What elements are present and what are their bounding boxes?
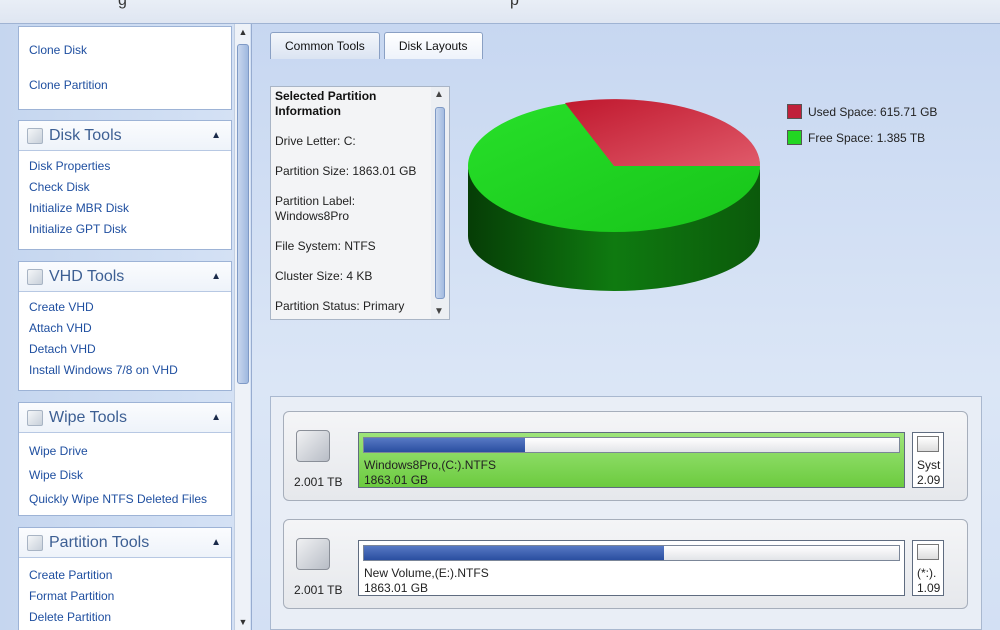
free-swatch: [787, 130, 802, 145]
scroll-up-icon[interactable]: ▲: [235, 24, 251, 40]
partition-size: 1863.01 GB: [364, 581, 429, 595]
tab-common-tools[interactable]: Common Tools: [270, 32, 380, 59]
sidebar: Clone Disk Clone Partition Disk Tools ▲ …: [0, 24, 252, 630]
sidebar-item-quick-wipe[interactable]: Quickly Wipe NTFS Deleted Files: [19, 492, 231, 506]
sidebar-item-disk-properties[interactable]: Disk Properties: [19, 159, 231, 173]
group-title: Wipe Tools: [49, 408, 127, 426]
sidebar-item-wipe-drive[interactable]: Wipe Drive: [19, 444, 231, 458]
partition-block[interactable]: New Volume,(E:).NTFS 1863.01 GB: [358, 540, 905, 596]
partition-block-small[interactable]: (*:). 1.09: [912, 540, 944, 596]
mini-usage-bar: [917, 436, 939, 452]
sidebar-item-create-partition[interactable]: Create Partition: [19, 568, 231, 582]
legend-used-label: Used Space: 615.71 GB: [808, 104, 938, 119]
partition-label: Syst: [917, 458, 941, 472]
sidebar-item-delete-partition[interactable]: Delete Partition: [19, 610, 231, 624]
collapse-caret-icon[interactable]: ▲: [211, 412, 221, 423]
info-partition-status: Partition Status: Primary: [275, 299, 405, 313]
disk-row[interactable]: 2.001 TB New Volume,(E:).NTFS 1863.01 GB…: [283, 519, 968, 609]
legend-used: Used Space: 615.71 GB: [787, 104, 937, 119]
sidebar-item-clone-partition[interactable]: Clone Partition: [19, 78, 231, 92]
sidebar-item-clone-disk[interactable]: Clone Disk: [19, 43, 231, 57]
tab-bar: Common Tools Disk Layouts: [270, 32, 483, 59]
group-wipe-tools: Wipe Tools ▲ Wipe Drive Wipe Disk Quickl…: [18, 402, 232, 516]
scroll-up-icon[interactable]: ▲: [434, 89, 444, 100]
sidebar-item-format-partition[interactable]: Format Partition: [19, 589, 231, 603]
partition-size: 1863.01 GB: [364, 473, 429, 487]
usage-bar: [363, 545, 900, 561]
sidebar-item-detach-vhd[interactable]: Detach VHD: [19, 342, 231, 356]
group-title: Disk Tools: [49, 126, 122, 144]
partition-label: New Volume,(E:).NTFS: [364, 566, 489, 580]
pie-legend: Used Space: 615.71 GB Free Space: 1.385 …: [787, 104, 937, 156]
sidebar-item-attach-vhd[interactable]: Attach VHD: [19, 321, 231, 335]
disk-size: 2.001 TB: [294, 475, 343, 489]
usage-fill: [364, 546, 664, 560]
group-header-partition-tools[interactable]: Partition Tools ▲: [19, 528, 231, 558]
info-scrollbar[interactable]: ▲ ▼: [431, 87, 449, 319]
disk-size: 2.001 TB: [294, 583, 343, 597]
window-title-bar: g p: [0, 0, 1000, 24]
sidebar-item-wipe-disk[interactable]: Wipe Disk: [19, 468, 231, 482]
partition-size: 1.09: [917, 581, 941, 595]
tab-disk-layouts[interactable]: Disk Layouts: [383, 32, 483, 59]
title-fragment: g: [118, 0, 127, 9]
group-header-wipe-tools[interactable]: Wipe Tools ▲: [19, 403, 231, 433]
hard-disk-icon: [296, 430, 330, 462]
disk-tools-icon: [27, 127, 43, 144]
collapse-caret-icon[interactable]: ▲: [211, 130, 221, 141]
hard-disk-icon: [296, 538, 330, 570]
partition-block-small[interactable]: Syst 2.09: [912, 432, 944, 488]
partition-label: (*:).: [917, 566, 937, 580]
sidebar-item-init-gpt[interactable]: Initialize GPT Disk: [19, 222, 231, 236]
wipe-tools-icon: [27, 409, 43, 426]
scroll-down-icon[interactable]: ▼: [434, 306, 444, 317]
group-title: Partition Tools: [49, 533, 150, 551]
partition-block[interactable]: Windows8Pro,(C:).NTFS 1863.01 GB: [358, 432, 905, 488]
info-drive-letter: Drive Letter: C:: [275, 134, 356, 148]
partition-size: 2.09: [917, 473, 941, 487]
disk-layout-area: 2.001 TB Windows8Pro,(C:).NTFS 1863.01 G…: [270, 396, 982, 630]
mini-usage-bar: [917, 544, 939, 560]
main-panel: Common Tools Disk Layouts Selected Parti…: [252, 24, 1000, 630]
group-title: VHD Tools: [49, 267, 125, 285]
sidebar-item-install-windows-vhd[interactable]: Install Windows 7/8 on VHD: [19, 363, 231, 377]
disk-usage-pie: [468, 99, 761, 291]
sidebar-scrollbar[interactable]: ▲ ▼: [234, 24, 250, 630]
legend-free: Free Space: 1.385 TB: [787, 130, 937, 145]
group-disk-tools: Disk Tools ▲ Disk Properties Check Disk …: [18, 120, 232, 250]
scrollbar-thumb[interactable]: [435, 107, 445, 299]
group-header-vhd-tools[interactable]: VHD Tools ▲: [19, 262, 231, 292]
usage-fill: [364, 438, 525, 452]
disk-row[interactable]: 2.001 TB Windows8Pro,(C:).NTFS 1863.01 G…: [283, 411, 968, 501]
title-fragment: p: [510, 0, 519, 9]
collapse-caret-icon[interactable]: ▲: [211, 271, 221, 282]
legend-free-label: Free Space: 1.385 TB: [808, 130, 926, 145]
group-clone: Clone Disk Clone Partition: [18, 26, 232, 110]
vhd-tools-icon: [27, 268, 43, 285]
sidebar-item-check-disk[interactable]: Check Disk: [19, 180, 231, 194]
used-swatch: [787, 104, 802, 119]
collapse-caret-icon[interactable]: ▲: [211, 537, 221, 548]
info-partition-size: Partition Size: 1863.01 GB: [275, 164, 417, 178]
partition-label: Windows8Pro,(C:).NTFS: [364, 458, 497, 472]
scrollbar-thumb[interactable]: [237, 44, 249, 384]
sidebar-item-init-mbr[interactable]: Initialize MBR Disk: [19, 201, 231, 215]
info-title: Selected Partition Information: [275, 89, 377, 118]
usage-bar: [363, 437, 900, 453]
scroll-down-icon[interactable]: ▼: [235, 614, 251, 630]
group-partition-tools: Partition Tools ▲ Create Partition Forma…: [18, 527, 232, 630]
group-vhd-tools: VHD Tools ▲ Create VHD Attach VHD Detach…: [18, 261, 232, 391]
partition-tools-icon: [27, 534, 43, 551]
info-file-system: File System: NTFS: [275, 239, 376, 253]
group-header-disk-tools[interactable]: Disk Tools ▲: [19, 121, 231, 151]
sidebar-item-create-vhd[interactable]: Create VHD: [19, 300, 231, 314]
info-partition-label: Partition Label: Windows8Pro: [275, 194, 356, 223]
info-cluster-size: Cluster Size: 4 KB: [275, 269, 373, 283]
partition-info-panel: Selected Partition Information Drive Let…: [270, 86, 450, 320]
